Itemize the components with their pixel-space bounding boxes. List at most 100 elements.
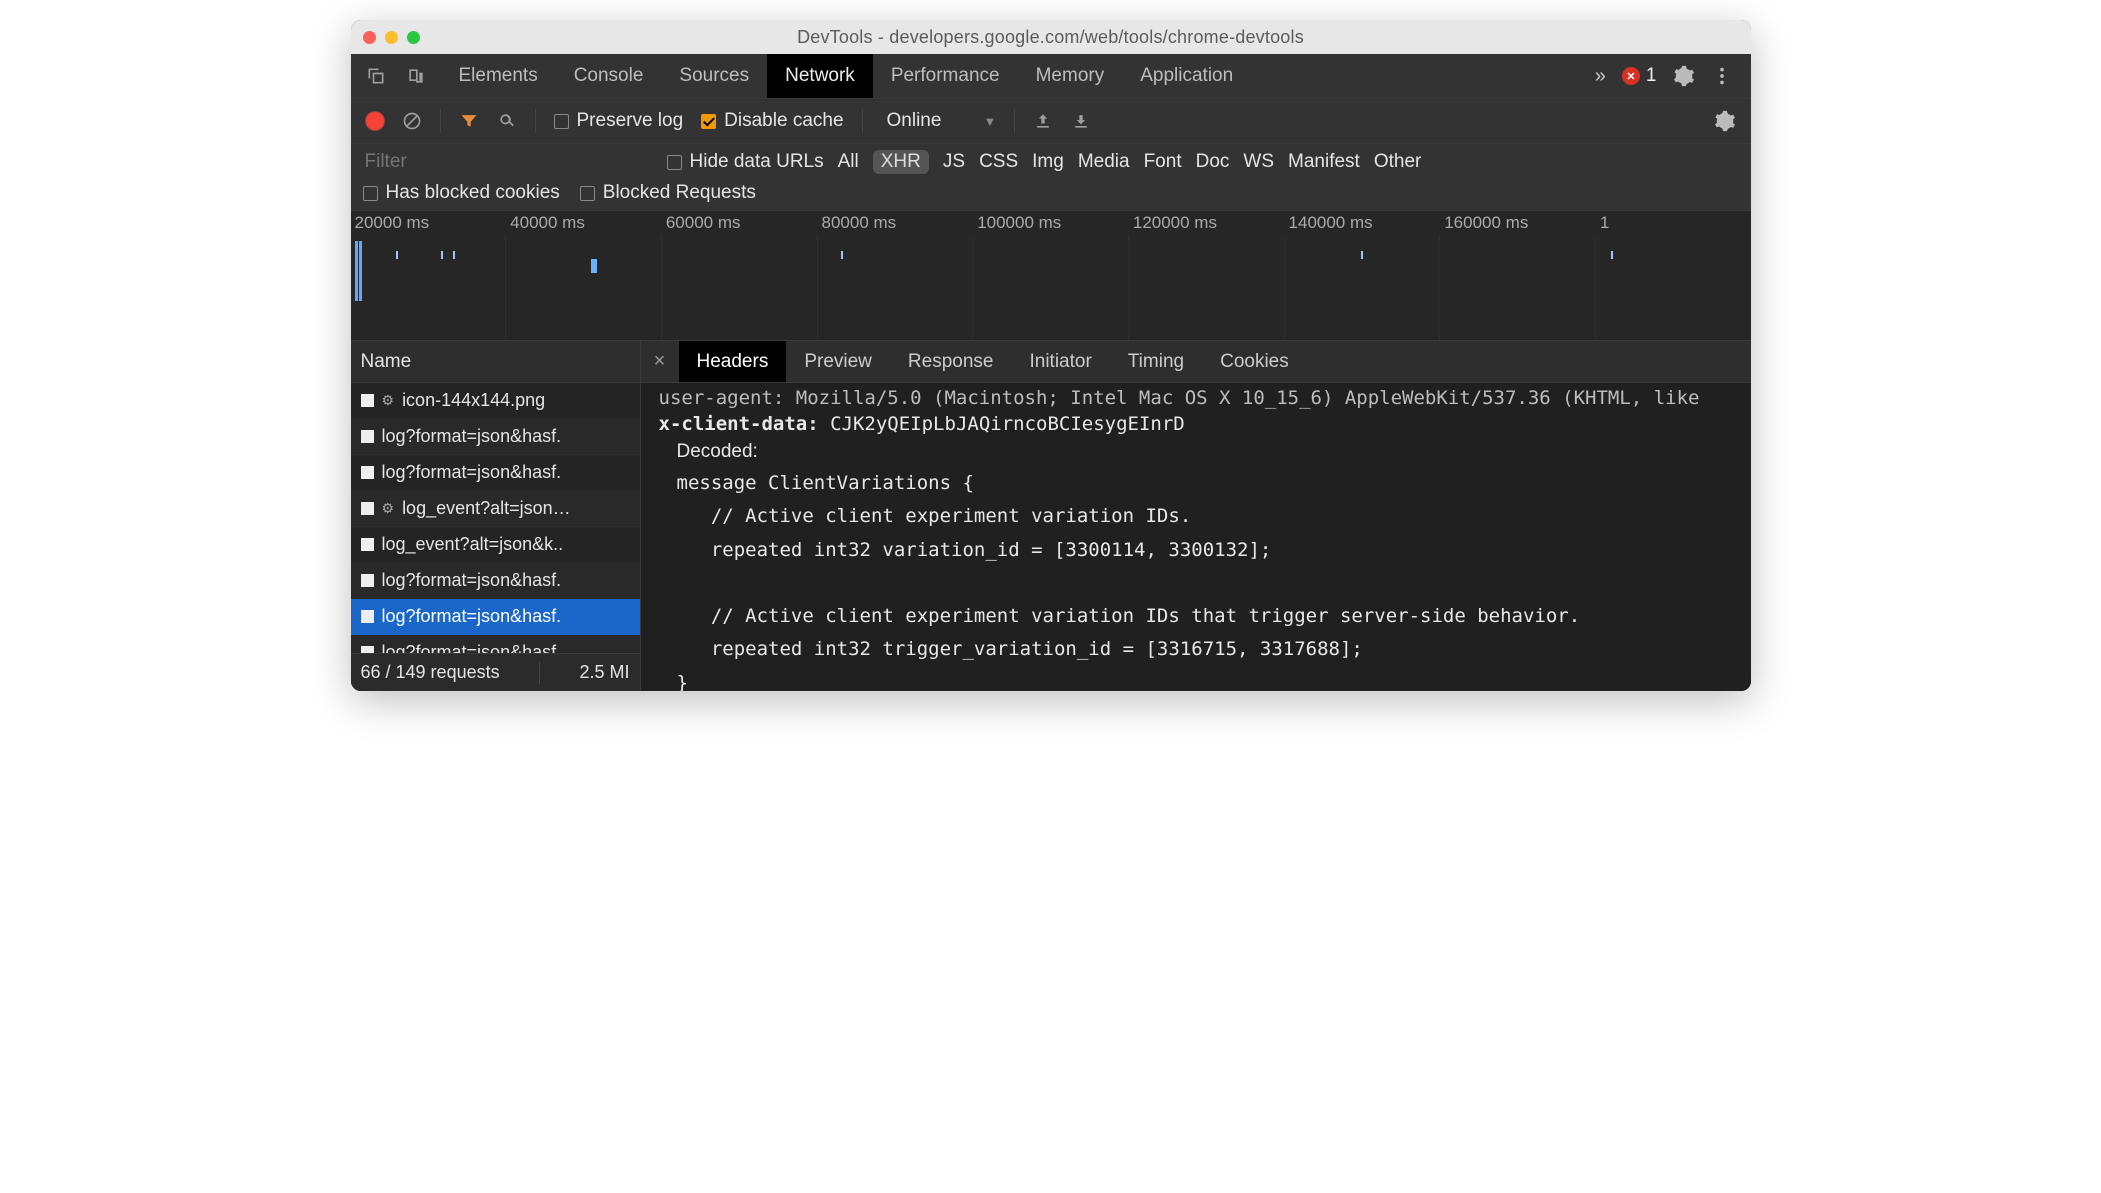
window-traffic-lights <box>363 31 420 44</box>
detail-tab-headers[interactable]: Headers <box>679 341 787 382</box>
type-filter-font[interactable]: Font <box>1144 151 1182 173</box>
type-filter-css[interactable]: CSS <box>979 151 1018 173</box>
checkbox-icon <box>580 186 595 201</box>
panel-tab-memory[interactable]: Memory <box>1018 54 1123 98</box>
detail-tab-initiator[interactable]: Initiator <box>1011 341 1109 382</box>
type-filter-media[interactable]: Media <box>1078 151 1130 173</box>
request-row[interactable]: log_event?alt=json&k.. <box>351 527 640 563</box>
kebab-menu-icon[interactable] <box>1711 65 1733 87</box>
type-filter-manifest[interactable]: Manifest <box>1288 151 1360 173</box>
type-filter-all[interactable]: All <box>838 151 859 173</box>
close-window-button[interactable] <box>363 31 376 44</box>
error-count-badge[interactable]: 1 <box>1622 65 1657 87</box>
request-name: log?format=json&hasf. <box>382 642 562 653</box>
request-list-header[interactable]: Name <box>351 341 640 383</box>
file-icon <box>361 538 374 551</box>
search-icon[interactable] <box>497 111 517 131</box>
panel-tab-application[interactable]: Application <box>1122 54 1251 98</box>
file-icon <box>361 430 374 443</box>
error-count: 1 <box>1646 65 1657 87</box>
has-blocked-cookies-label: Has blocked cookies <box>386 182 560 204</box>
x-client-data-value: CJK2yQEIpLbJAQirncoBCIesygEInrD <box>830 413 1185 435</box>
panel-tab-elements[interactable]: Elements <box>441 54 556 98</box>
checkbox-icon <box>554 114 569 129</box>
request-list-panel: Name ⚙ icon-144x144.png log?format=json&ha… <box>351 341 641 691</box>
close-detail-icon[interactable]: × <box>641 341 679 382</box>
gear-icon: ⚙ <box>382 500 395 517</box>
filter-input[interactable] <box>363 150 653 174</box>
detail-tab-preview[interactable]: Preview <box>786 341 890 382</box>
request-row[interactable]: log?format=json&hasf. <box>351 563 640 599</box>
request-row[interactable]: log?format=json&hasf. <box>351 419 640 455</box>
checkbox-icon <box>701 114 716 129</box>
disable-cache-checkbox[interactable]: Disable cache <box>701 110 843 132</box>
file-icon <box>361 646 374 653</box>
request-name: log_event?alt=json&k.. <box>382 534 564 555</box>
type-filter-other[interactable]: Other <box>1374 151 1422 173</box>
devtools-window: DevTools - developers.google.com/web/too… <box>351 20 1751 691</box>
clear-log-icon[interactable] <box>402 111 422 131</box>
detail-tabbar: × HeadersPreviewResponseInitiatorTimingC… <box>641 341 1751 383</box>
type-filter-js[interactable]: JS <box>943 151 965 173</box>
type-filter-doc[interactable]: Doc <box>1196 151 1230 173</box>
x-client-data-key: x-client-data: <box>659 413 819 435</box>
request-name: log_event?alt=json… <box>402 498 571 519</box>
divider <box>1014 109 1015 133</box>
titlebar: DevTools - developers.google.com/web/too… <box>351 20 1751 54</box>
request-list-footer: 66 / 149 requests 2.5 MI <box>351 653 640 691</box>
has-blocked-cookies-checkbox[interactable]: Has blocked cookies <box>363 182 560 204</box>
throttling-select[interactable]: Online ▼ <box>881 108 997 134</box>
request-name: log?format=json&hasf. <box>382 570 562 591</box>
preserve-log-checkbox[interactable]: Preserve log <box>554 110 684 132</box>
settings-gear-icon[interactable] <box>1673 65 1695 87</box>
gear-icon: ⚙ <box>382 392 395 409</box>
detail-tab-cookies[interactable]: Cookies <box>1202 341 1307 382</box>
request-name: icon-144x144.png <box>402 390 545 411</box>
more-panels-button[interactable]: » <box>1595 65 1606 88</box>
zoom-window-button[interactable] <box>407 31 420 44</box>
minimize-window-button[interactable] <box>385 31 398 44</box>
devtools-tabbar: ElementsConsoleSourcesNetworkPerformance… <box>351 54 1751 99</box>
file-icon <box>361 502 374 515</box>
request-name: log?format=json&hasf. <box>382 426 562 447</box>
request-row[interactable]: log?format=json&hasf. <box>351 455 640 491</box>
headers-body[interactable]: user-agent: Mozilla/5.0 (Macintosh; Inte… <box>641 383 1751 691</box>
type-filter-ws[interactable]: WS <box>1243 151 1274 173</box>
panel-tab-console[interactable]: Console <box>556 54 662 98</box>
type-filter-img[interactable]: Img <box>1032 151 1064 173</box>
divider <box>535 109 536 133</box>
inspect-element-icon[interactable] <box>366 66 386 86</box>
panel-tab-network[interactable]: Network <box>767 54 873 98</box>
main-row: Name ⚙ icon-144x144.png log?format=json&ha… <box>351 341 1751 691</box>
network-toolbar: Preserve log Disable cache Online ▼ <box>351 99 1751 144</box>
request-row[interactable]: log?format=json&hasf. <box>351 599 640 635</box>
filter-toggle-icon[interactable] <box>459 111 479 131</box>
blocked-requests-label: Blocked Requests <box>603 182 756 204</box>
detail-tab-timing[interactable]: Timing <box>1110 341 1202 382</box>
network-filter-bar: Hide data URLs All XHR JS CSS Img Media Font Do… <box>351 144 1751 211</box>
hide-data-urls-checkbox[interactable]: Hide data URLs <box>667 151 824 173</box>
panel-tab-sources[interactable]: Sources <box>661 54 767 98</box>
timeline-overview[interactable]: 20000 ms40000 ms60000 ms80000 ms100000 m… <box>351 211 1751 341</box>
window-title: DevTools - developers.google.com/web/too… <box>363 27 1739 48</box>
toggle-device-toolbar-icon[interactable] <box>406 66 426 86</box>
footer-request-counts: 66 / 149 requests <box>361 662 500 683</box>
request-row[interactable]: log?format=json&hasf. <box>351 635 640 653</box>
download-har-icon[interactable] <box>1071 111 1091 131</box>
footer-transfer-size: 2.5 MI <box>579 662 629 683</box>
request-list[interactable]: ⚙ icon-144x144.png log?format=json&hasf. lo… <box>351 383 640 653</box>
panel-tab-performance[interactable]: Performance <box>873 54 1018 98</box>
network-settings-gear-icon[interactable] <box>1714 110 1736 132</box>
record-button[interactable] <box>366 112 384 130</box>
divider <box>862 109 863 133</box>
request-row[interactable]: ⚙ icon-144x144.png <box>351 383 640 419</box>
disable-cache-label: Disable cache <box>724 110 843 132</box>
request-row[interactable]: ⚙ log_event?alt=json… <box>351 491 640 527</box>
blocked-requests-checkbox[interactable]: Blocked Requests <box>580 182 756 204</box>
detail-tab-response[interactable]: Response <box>890 341 1012 382</box>
type-filter-xhr[interactable]: XHR <box>873 150 929 174</box>
checkbox-icon <box>363 186 378 201</box>
checkbox-icon <box>667 155 682 170</box>
upload-har-icon[interactable] <box>1033 111 1053 131</box>
chevron-down-icon: ▼ <box>983 114 996 129</box>
